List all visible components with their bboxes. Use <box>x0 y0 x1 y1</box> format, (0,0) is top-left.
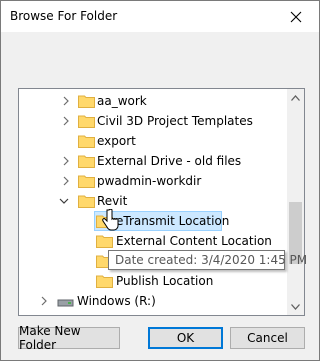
tree-item-label: External Drive - old files <box>97 154 242 168</box>
browse-for-folder-dialog: Browse For Folder aa_work Civil 3D Proje… <box>0 0 320 361</box>
chevron-right-icon[interactable] <box>39 296 49 306</box>
make-new-folder-button[interactable]: Make New Folder <box>18 324 120 352</box>
chevron-down-icon[interactable] <box>59 196 69 206</box>
tree-item-label: Publish Location <box>116 274 214 288</box>
chevron-right-icon[interactable] <box>61 176 71 186</box>
tree-item-label: Revit <box>97 194 128 208</box>
folder-icon <box>78 195 95 208</box>
vertical-scrollbar[interactable] <box>287 89 304 315</box>
tree-item-label: eTransmit Location <box>116 214 230 228</box>
chevron-right-icon[interactable] <box>61 96 71 106</box>
folder-icon <box>78 135 95 148</box>
folder-icon <box>96 275 113 288</box>
tree-item-etransmit-location[interactable]: eTransmit Location <box>19 211 287 231</box>
scroll-down-button[interactable] <box>287 298 304 315</box>
tree-item-label: export <box>97 134 136 148</box>
tree-item-civil-3d-project-templates[interactable]: Civil 3D Project Templates <box>19 111 287 131</box>
tree-item-windows-drive[interactable]: Windows (R:) <box>19 291 287 311</box>
folder-icon <box>78 155 95 168</box>
date-created-tooltip: Date created: 3/4/2020 1:45 PM <box>108 250 307 270</box>
tree-item-label: aa_work <box>97 94 147 108</box>
folder-icon <box>78 95 95 108</box>
tree-item-label: Windows (R:) <box>77 294 156 308</box>
tree-item-label: External Content Location <box>116 234 272 248</box>
tree-item-publish-location[interactable]: Publish Location <box>19 271 287 291</box>
chevron-right-icon[interactable] <box>61 116 71 126</box>
ok-button[interactable]: OK <box>148 327 223 349</box>
close-icon <box>290 11 302 22</box>
tree-item-aa-work[interactable]: aa_work <box>19 91 287 111</box>
tree-item-pwadmin-workdir[interactable]: pwadmin-workdir <box>19 171 287 191</box>
chevron-right-icon[interactable] <box>61 156 71 166</box>
hand-pointer-cursor-icon <box>102 209 119 231</box>
tree-item-external-content-location[interactable]: External Content Location <box>19 231 287 251</box>
scroll-up-button[interactable] <box>287 89 304 106</box>
chevron-up-icon <box>291 94 300 101</box>
folder-icon <box>78 175 95 188</box>
tree-item-label: pwadmin-workdir <box>97 174 202 188</box>
tree-item-external-drive-old-files[interactable]: External Drive - old files <box>19 151 287 171</box>
cancel-button[interactable]: Cancel <box>230 327 305 349</box>
tree-item-label: Civil 3D Project Templates <box>97 114 253 128</box>
chevron-down-icon <box>291 303 300 310</box>
dialog-title: Browse For Folder <box>10 9 118 23</box>
folder-icon <box>78 115 95 128</box>
title-bar: Browse For Folder <box>1 1 319 32</box>
drive-icon <box>57 299 74 307</box>
tree-item-export[interactable]: export <box>19 131 287 151</box>
tree-item-revit[interactable]: Revit <box>19 191 287 211</box>
folder-tree[interactable]: aa_work Civil 3D Project Templates expor… <box>18 88 305 316</box>
close-button[interactable] <box>273 1 319 32</box>
folder-icon <box>96 235 113 248</box>
